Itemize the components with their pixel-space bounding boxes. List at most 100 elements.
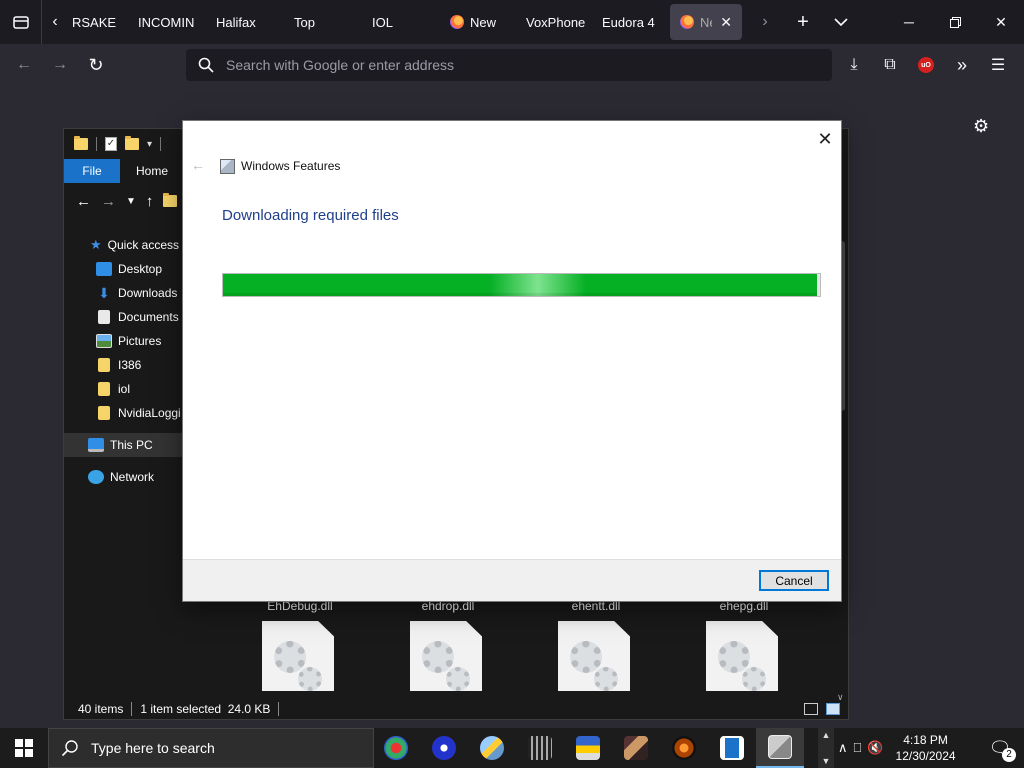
details-view-icon[interactable] — [804, 703, 818, 715]
gear-icon — [274, 641, 306, 673]
folder-icon — [98, 406, 110, 420]
tree-item-desktop[interactable]: Desktop — [64, 257, 184, 281]
tree-item-i386[interactable]: I386 — [64, 353, 184, 377]
taskbar-app[interactable] — [516, 728, 564, 768]
taskbar-app-active[interactable] — [756, 728, 804, 768]
chevron-down-icon — [834, 18, 848, 26]
close-tab-icon[interactable]: ✕ — [720, 14, 732, 31]
ublock-button[interactable]: uO — [908, 49, 944, 81]
browser-tab[interactable]: IOL — [362, 4, 438, 40]
tab-label: IOL — [372, 14, 393, 30]
overflow-button[interactable]: » — [944, 49, 980, 81]
recent-locations-icon[interactable]: ▼ — [126, 196, 136, 207]
taskbar-scroll[interactable]: ▲ ▼ — [818, 728, 834, 768]
taskbar-app[interactable] — [708, 728, 756, 768]
close-icon: ✕ — [995, 13, 1007, 30]
dll-file-icon[interactable] — [706, 621, 778, 691]
dialog-close-button[interactable]: ✕ — [811, 125, 839, 153]
taskbar-app[interactable] — [372, 728, 420, 768]
status-bar: 40 items 1 item selected 24.0 KB — [64, 697, 850, 721]
tree-label: This PC — [110, 438, 153, 452]
taskbar-app[interactable] — [420, 728, 468, 768]
browser-tab[interactable]: VoxPhone — [516, 4, 590, 40]
taskbar: Type here to search ▲ ▼ ∧ ⎕ 🔇 4:18 PM 12… — [0, 728, 1024, 768]
downloads-button[interactable]: ⤓ — [836, 49, 872, 81]
dll-file-icon[interactable] — [558, 621, 630, 691]
new-folder-icon[interactable] — [125, 136, 139, 150]
address-bar[interactable] — [186, 49, 832, 81]
reload-button[interactable]: ↻ — [78, 49, 114, 81]
tab-list-button[interactable] — [0, 0, 42, 44]
restore-button[interactable] — [932, 0, 978, 44]
chevron-down-icon[interactable]: ▼ — [822, 756, 831, 766]
file-name[interactable]: ehentt.dll — [536, 599, 656, 613]
browser-tab-active[interactable]: Ne ✕ — [670, 4, 742, 40]
tree-item-documents[interactable]: Documents — [64, 305, 184, 329]
taskbar-app[interactable] — [612, 728, 660, 768]
address-input[interactable] — [226, 57, 786, 73]
tab-label: Top — [294, 14, 315, 30]
taskbar-app[interactable] — [468, 728, 516, 768]
forward-button[interactable]: → — [42, 49, 78, 81]
tab-file[interactable]: File — [64, 159, 120, 183]
dialog-back-button[interactable]: ← — [191, 157, 205, 173]
separator — [278, 702, 280, 716]
browser-tab[interactable]: Top — [284, 4, 360, 40]
desktop-icon — [96, 262, 112, 276]
file-name[interactable]: ehepg.dll — [684, 599, 804, 613]
forward-arrow-icon[interactable]: → — [101, 193, 116, 210]
back-button[interactable]: ← — [6, 49, 42, 81]
tree-item-pictures[interactable]: Pictures — [64, 329, 184, 353]
back-arrow-icon[interactable]: ← — [76, 193, 91, 210]
file-name[interactable]: EhDebug.dll — [240, 599, 360, 613]
tree-item-downloads[interactable]: ⬇ Downloads — [64, 281, 184, 305]
chevron-up-icon[interactable]: ▲ — [822, 730, 831, 740]
properties-icon[interactable]: ✓ — [105, 137, 117, 151]
browser-tab[interactable]: Eudora 4 — [592, 4, 668, 40]
show-hidden-icons-button[interactable]: ∧ — [838, 740, 848, 756]
taskbar-search-box[interactable]: Type here to search — [48, 728, 374, 768]
clock[interactable]: 4:18 PM 12/30/2024 — [896, 732, 956, 764]
taskbar-app[interactable] — [660, 728, 708, 768]
tab-label: Ne — [700, 14, 712, 30]
file-name[interactable]: ehdrop.dll — [388, 599, 508, 613]
network-status-icon[interactable]: ⎕ — [854, 740, 862, 756]
new-tab-button[interactable]: + — [784, 0, 822, 44]
start-button[interactable] — [0, 728, 48, 768]
menu-button[interactable]: ☰ — [980, 49, 1016, 81]
extensions-button[interactable]: ⧉ — [872, 49, 908, 81]
browser-tab[interactable]: New — [440, 4, 514, 40]
volume-muted-icon[interactable]: 🔇 — [867, 740, 883, 756]
browser-tab[interactable]: RSAKE — [68, 4, 126, 40]
tab-home[interactable]: Home — [120, 159, 184, 183]
taskbar-app[interactable] — [564, 728, 612, 768]
tab-scroll-right-button[interactable]: › — [746, 0, 784, 44]
tab-scroll-left-button[interactable]: ‹ — [42, 0, 68, 44]
tree-item-network[interactable]: Network — [64, 465, 184, 489]
search-icon — [61, 740, 78, 757]
tree-item-nvidialogging[interactable]: NvidiaLoggi — [64, 401, 184, 425]
action-center-button[interactable]: 🗨 2 — [976, 728, 1024, 768]
customize-newtab-button[interactable]: ⚙ — [973, 116, 989, 137]
minimize-button[interactable]: ─ — [886, 0, 932, 44]
customize-qat-icon[interactable]: ▾ — [147, 139, 152, 150]
up-arrow-icon[interactable]: ↑ — [146, 193, 154, 210]
tree-item-quick-access[interactable]: ★ Quick access — [64, 233, 184, 257]
arrow-left-icon: ← — [191, 157, 205, 173]
tree-item-iol[interactable]: iol — [64, 377, 184, 401]
browser-tab[interactable]: INCOMIN — [128, 4, 204, 40]
search-placeholder: Type here to search — [91, 740, 215, 756]
dialog-heading: Downloading required files — [222, 207, 399, 224]
cancel-button[interactable]: Cancel — [759, 570, 829, 591]
dll-file-icon[interactable] — [262, 621, 334, 691]
close-window-button[interactable]: ✕ — [978, 0, 1024, 44]
dll-file-icon[interactable] — [410, 621, 482, 691]
large-icons-view-icon[interactable] — [826, 703, 840, 715]
tree-item-this-pc[interactable]: This PC — [64, 433, 184, 457]
selection-info: 1 item selected 24.0 KB — [140, 702, 271, 716]
tab-label: VoxPhone — [526, 14, 586, 30]
tab-label: Halifax — [216, 14, 256, 30]
arrow-left-icon: ← — [16, 56, 32, 73]
browser-tab[interactable]: Halifax — [206, 4, 282, 40]
list-all-tabs-button[interactable] — [822, 0, 860, 44]
